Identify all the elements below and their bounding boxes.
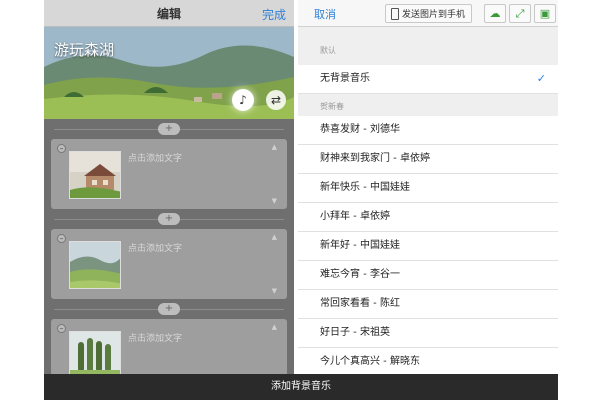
music-item[interactable]: 财神来到我家门 - 卓依婷 (298, 145, 558, 174)
music-item-title: 难忘今宵 - 李谷一 (320, 269, 400, 280)
photo-card[interactable]: – 点击添加文字 ▲ ▼ (51, 139, 287, 209)
fullscreen-icon[interactable]: ⤢ (509, 4, 531, 23)
move-up-icon[interactable]: ▲ (272, 143, 277, 151)
move-down-icon[interactable]: ▼ (272, 287, 277, 295)
music-item-title: 新年好 - 中国娃娃 (320, 240, 400, 251)
send-to-phone-label: 发送图片到手机 (402, 10, 466, 20)
music-toolbar: 取消 发送图片到手机 ☁ ⤢ ▣ (298, 0, 558, 27)
music-item[interactable]: 常回家看看 - 陈红 (298, 290, 558, 319)
card-text-placeholder[interactable]: 点击添加文字 (128, 331, 182, 344)
swap-icon[interactable]: ⇄ (266, 90, 286, 110)
checkmark-icon: ✓ (536, 72, 546, 85)
move-down-icon[interactable]: ▼ (272, 197, 277, 205)
remove-icon[interactable]: – (57, 144, 66, 153)
move-up-icon[interactable]: ▲ (272, 323, 277, 331)
insert-plus-icon[interactable]: + (158, 213, 180, 225)
editor-panel: 编辑 完成 游玩森湖 ♪ ⇄ + – 点击添加文字 ▲ ▼ + – 点击添加文字… (44, 0, 294, 374)
music-item-title: 今儿个真高兴 - 解晓东 (320, 356, 420, 367)
cover-title: 游玩森湖 (54, 41, 115, 59)
insert-separator: + (44, 119, 294, 139)
section-default: 默认 (320, 46, 336, 55)
send-to-phone-button[interactable]: 发送图片到手机 (385, 4, 473, 23)
photo-card[interactable]: – 点击添加文字 ▲ (51, 319, 287, 374)
card-text-placeholder[interactable]: 点击添加文字 (128, 151, 182, 164)
section-new-year: 贺新春 (320, 102, 344, 111)
music-item[interactable]: 新年好 - 中国娃娃 (298, 232, 558, 261)
remove-icon[interactable]: – (57, 234, 66, 243)
music-item[interactable]: 好日子 - 宋祖英 (298, 319, 558, 348)
editor-header: 编辑 完成 (44, 0, 294, 27)
cover-image[interactable]: 游玩森湖 ♪ ⇄ (44, 27, 294, 119)
photo-house (70, 152, 120, 198)
music-item-title: 无背景音乐 (320, 73, 370, 84)
move-up-icon[interactable]: ▲ (272, 233, 277, 241)
insert-plus-icon[interactable]: + (158, 123, 180, 135)
add-background-music-bar[interactable]: 添加背景音乐 (44, 374, 558, 400)
music-item-title: 财神来到我家门 - 卓依婷 (320, 153, 430, 164)
editor-title: 编辑 (156, 6, 181, 21)
photo-trees (70, 332, 120, 374)
done-button[interactable]: 完成 (262, 6, 286, 23)
insert-separator: + (44, 299, 294, 319)
cancel-button[interactable]: 取消 (314, 6, 336, 22)
insert-plus-icon[interactable]: + (158, 303, 180, 315)
music-item-title: 新年快乐 - 中国娃娃 (320, 182, 410, 193)
music-item-title: 小拜年 - 卓依婷 (320, 211, 390, 222)
music-item[interactable]: 难忘今宵 - 李谷一 (298, 261, 558, 290)
music-item[interactable]: 小拜年 - 卓依婷 (298, 203, 558, 232)
music-panel: 取消 发送图片到手机 ☁ ⤢ ▣ 默认 无背景音乐 ✓ 贺新春 恭喜发财 - 刘… (298, 0, 558, 374)
cloud-icon[interactable]: ☁ (484, 4, 506, 23)
photo-thumbnail[interactable] (69, 241, 121, 289)
music-item-title: 恭喜发财 - 刘德华 (320, 124, 400, 135)
music-item-title: 常回家看看 - 陈红 (320, 298, 400, 309)
save-icon[interactable]: ▣ (534, 4, 556, 23)
photo-thumbnail[interactable] (69, 331, 121, 374)
music-item[interactable]: 无背景音乐 ✓ (298, 65, 558, 94)
app-screen: 编辑 完成 游玩森湖 ♪ ⇄ + – 点击添加文字 ▲ ▼ + – 点击添加文字… (0, 0, 600, 400)
music-item[interactable]: 新年快乐 - 中国娃娃 (298, 174, 558, 203)
photo-card[interactable]: – 点击添加文字 ▲ ▼ (51, 229, 287, 299)
card-text-placeholder[interactable]: 点击添加文字 (128, 241, 182, 254)
music-item[interactable]: 恭喜发财 - 刘德华 (298, 116, 558, 145)
music-item-title: 好日子 - 宋祖英 (320, 327, 390, 338)
photo-thumbnail[interactable] (69, 151, 121, 199)
music-note-icon[interactable]: ♪ (232, 89, 254, 111)
insert-separator: + (44, 209, 294, 229)
remove-icon[interactable]: – (57, 324, 66, 333)
photo-valley (70, 242, 120, 288)
phone-icon (391, 7, 399, 20)
music-item[interactable]: 今儿个真高兴 - 解晓东 (298, 348, 558, 374)
